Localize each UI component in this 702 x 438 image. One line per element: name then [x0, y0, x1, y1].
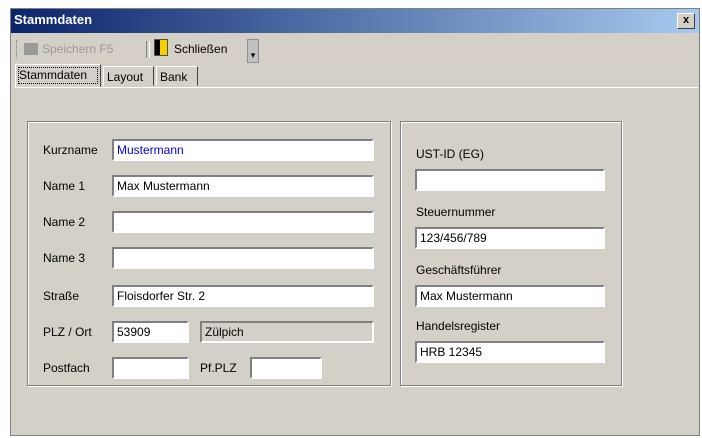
steuernummer-field[interactable]: 123/456/789	[415, 227, 605, 249]
save-label: Speichern F5	[42, 42, 114, 56]
close-label: Schließen	[174, 42, 228, 56]
steuernummer-label: Steuernummer	[416, 205, 496, 219]
floppy-disk-icon	[24, 43, 38, 55]
window-title: Stammdaten	[14, 12, 93, 27]
geschaeftsfuehrer-field[interactable]: Max Mustermann	[415, 285, 605, 307]
toolbar-grip[interactable]	[16, 40, 20, 58]
name3-label: Name 3	[43, 251, 86, 265]
plz-ort-label: PLZ / Ort	[43, 325, 92, 339]
tax-register-group: UST-ID (EG) Steuernummer 123/456/789 Ges…	[400, 121, 622, 386]
ustid-field[interactable]	[415, 169, 605, 191]
name3-field[interactable]	[112, 247, 374, 269]
pf-plz-field[interactable]	[250, 357, 322, 379]
name2-field[interactable]	[112, 211, 374, 233]
ustid-label: UST-ID (EG)	[416, 147, 484, 161]
stammdaten-window: Stammdaten x Speichern F5 Schließen ▾ St…	[10, 8, 700, 436]
ort-field[interactable]: Zülpich	[200, 321, 374, 343]
strasse-field[interactable]: Floisdorfer Str. 2	[112, 285, 374, 307]
postfach-label: Postfach	[43, 361, 90, 375]
strasse-label: Straße	[43, 289, 80, 303]
close-icon[interactable]: x	[677, 13, 695, 29]
title-bar[interactable]: Stammdaten x	[11, 9, 699, 33]
geschaeftsfuehrer-label: Geschäftsführer	[416, 263, 502, 277]
name1-label: Name 1	[43, 179, 86, 193]
postfach-field[interactable]	[112, 357, 189, 379]
handelsregister-label: Handelsregister	[416, 319, 501, 333]
save-button[interactable]: Speichern F5	[24, 39, 113, 59]
close-button[interactable]: Schließen	[154, 39, 227, 59]
tab-bank[interactable]: Bank	[156, 66, 198, 86]
name2-label: Name 2	[43, 215, 86, 229]
toolbar-separator	[146, 41, 150, 58]
toolbar: Speichern F5 Schließen ▾	[11, 34, 699, 64]
kurzname-label: Kurzname	[43, 143, 98, 157]
handelsregister-field[interactable]: HRB 12345	[415, 341, 605, 363]
plz-field[interactable]: 53909	[112, 321, 189, 343]
tab-layout[interactable]: Layout	[103, 66, 154, 86]
pf-plz-label: Pf.PLZ	[200, 361, 237, 375]
name1-field[interactable]: Max Mustermann	[112, 175, 374, 197]
tab-stammdaten[interactable]: Stammdaten	[15, 64, 101, 87]
kurzname-field[interactable]: Mustermann	[112, 139, 374, 161]
chevron-down-icon[interactable]: ▾	[247, 39, 259, 63]
address-group: Kurzname Mustermann Name 1 Max Musterman…	[27, 121, 391, 386]
door-exit-icon	[154, 39, 168, 56]
